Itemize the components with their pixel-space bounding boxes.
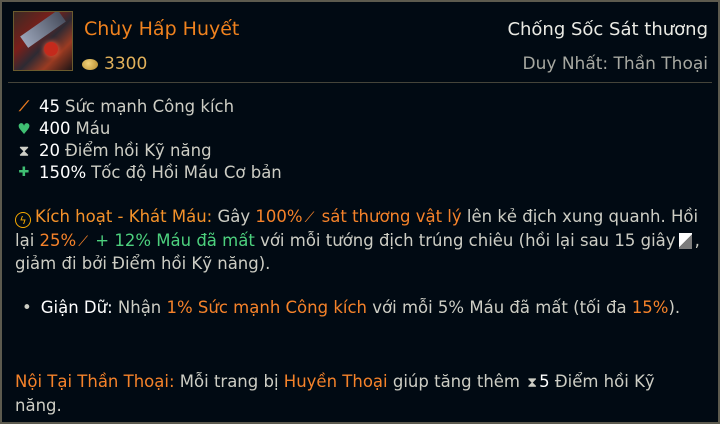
axe-blade-icon [20, 12, 66, 48]
attack-damage-icon: ⟋ [19, 99, 29, 115]
active-dmg-type: sát thương vật lý [321, 207, 462, 226]
attack-damage-icon: ⟋ [78, 233, 89, 250]
active-heal-pct: 25% [39, 230, 77, 250]
active-text-3: với mỗi tướng địch trúng chiêu (hồi lại … [260, 230, 676, 250]
stat-value: 150% [39, 163, 87, 182]
ability-haste-icon: ⧗ [527, 375, 538, 391]
passive-ad-gain: 1% Sức mạnh Công kích [166, 298, 367, 317]
bullet: • [22, 298, 32, 317]
header-divider [8, 82, 712, 83]
stat-label: Tốc độ Hồi Máu Cơ bản [91, 163, 282, 182]
health-icon: ♥ [17, 120, 31, 138]
stat-row: ⟋ 45 Sức mạnh Công kích [15, 96, 675, 118]
stat-label: Máu [75, 119, 111, 138]
stat-label: Sức mạnh Công kích [65, 97, 235, 116]
mythic-passive: Nội Tại Thần Thoại: Mỗi trang bị Huyền T… [15, 371, 705, 417]
item-rarity: Duy Nhất: Thần Thoại [522, 54, 709, 74]
tooltip-header: Chùy Hấp Huyết 3300 Chống Sốc Sát thương… [2, 2, 718, 82]
gold-value: 3300 [104, 54, 148, 74]
stat-row: ✚ 150% Tốc độ Hồi Máu Cơ bản [15, 162, 675, 184]
active-ability: ϟ Kích hoạt - Khát Máu: Gây 100% ⟋ sát thư… [15, 206, 705, 276]
stat-row: ♥ 400 Máu [15, 118, 675, 140]
mythic-text-1: Mỗi trang bị [179, 372, 279, 391]
stat-value: 20 [39, 141, 60, 160]
stat-row: ⧗ 20 Điểm hồi Kỹ năng [15, 140, 675, 162]
stat-value: 45 [39, 97, 60, 116]
active-text-1: Gây [217, 207, 251, 226]
gold-coin-icon [82, 58, 98, 70]
health-regen-icon: ✚ [18, 165, 30, 180]
mythic-name: Nội Tại Thần Thoại: [15, 372, 175, 391]
stat-label: Điểm hồi Kỹ năng [65, 141, 212, 160]
active-heal-plus: + 12% Máu đã mất [95, 230, 255, 250]
passive-name: Giận Dữ: [40, 298, 113, 317]
passive-text-1: Nhận [117, 298, 162, 317]
mythic-text: Nội Tại Thần Thoại: Mỗi trang bị Huyền T… [15, 371, 705, 417]
mythic-legendary: Huyền Thoại [283, 372, 388, 391]
goredrinker-item-icon [13, 11, 73, 71]
active-bolt-icon: ϟ [15, 212, 31, 228]
cooldown-icon [678, 232, 692, 249]
attack-damage-icon: ⟋ [304, 210, 315, 226]
item-type: Chống Sốc Sát thương [507, 19, 708, 40]
item-name: Chùy Hấp Huyết [84, 18, 240, 40]
passive-ability: • Giận Dữ: Nhận 1% Sức mạnh Công kích với… [22, 297, 705, 320]
stats-list: ⟋ 45 Sức mạnh Công kích ♥ 400 Máu ⧗ 20 Đ… [15, 96, 675, 184]
red-gem-icon [44, 42, 58, 56]
item-cost: 3300 [82, 53, 147, 75]
item-tooltip: Chùy Hấp Huyết 3300 Chống Sốc Sát thương… [0, 0, 720, 424]
active-name: Kích hoạt - Khát Máu: [35, 207, 213, 226]
passive-text-3: ). [668, 298, 681, 317]
passive-max: 15% [631, 298, 669, 317]
passive-text-2: với mỗi 5% Máu đã mất (tối đa [372, 298, 627, 317]
active-text: ϟ Kích hoạt - Khát Máu: Gây 100% ⟋ sát thư… [15, 206, 705, 276]
mythic-text-2: giúp tăng thêm [392, 372, 521, 391]
passive-text: • Giận Dữ: Nhận 1% Sức mạnh Công kích với… [22, 297, 705, 320]
active-dmg-pct: 100% [255, 207, 303, 226]
stat-value: 400 [39, 119, 71, 138]
ability-haste-icon: ⧗ [18, 142, 30, 160]
mythic-haste: 5 [539, 372, 550, 391]
